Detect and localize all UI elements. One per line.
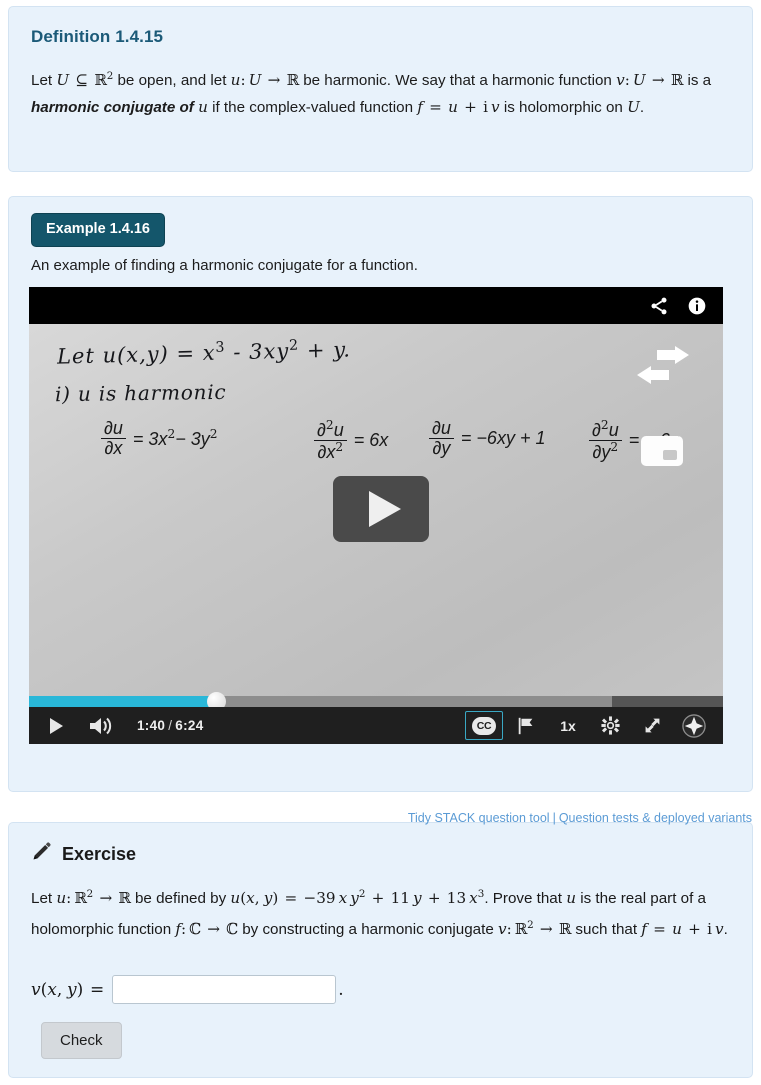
board-equation-3: ∂u ∂y = −6xy + 1 [429,419,545,458]
example-card: Example 1.4.16 An example of finding a h… [8,196,753,792]
video-control-bar: 1:40/6:24 CC 1x [29,707,723,744]
pencil-icon [31,841,52,867]
play-triangle-icon [369,491,401,527]
info-icon[interactable] [687,296,707,316]
check-button[interactable]: Check [41,1022,122,1059]
cc-icon: CC [472,716,496,735]
playback-speed-button[interactable]: 1x [549,711,587,740]
pip-toggle-icon[interactable] [641,436,683,466]
time-separator: / [168,718,173,733]
definition-body: Let U ⊆ ℝ2 be open, and let u: U → ℝ be … [31,70,712,117]
exercise-title: Exercise [62,843,137,864]
definition-card: Definition 1.4.15 Let U ⊆ ℝ2 be open, an… [8,6,753,172]
video-player[interactable]: Let u(x,y) = x3 - 3xy2 + y. i) u is harm… [29,287,723,744]
provider-logo-icon[interactable] [675,711,713,740]
speed-label: 1x [560,717,576,734]
report-flag-button[interactable] [507,711,545,740]
definition-emphasis: harmonic conjugate of [31,99,194,117]
definition-title: Definition 1.4.15 [31,27,164,46]
play-icon [49,717,63,734]
right-controls: CC 1x [465,711,713,740]
progress-fill [29,696,217,707]
board-equation-2: ∂2u ∂x2 = 6x [314,419,388,462]
question-tests-link[interactable]: Question tests & deployed variants [559,811,752,825]
time-display: 1:40/6:24 [137,718,204,733]
tidy-stack-question-tool-link[interactable]: Tidy STACK question tool [408,811,550,825]
video-whiteboard-frame: Let u(x,y) = x3 - 3xy2 + y. i) u is harm… [29,324,723,696]
answer-input[interactable] [112,975,337,1004]
board-line-1: Let u(x,y) = x3 - 3xy2 + y. [56,337,352,369]
exercise-header: Exercise [31,841,136,867]
answer-trailing-period: . [338,979,344,1000]
fullscreen-button[interactable] [633,711,671,740]
duration: 6:24 [175,718,204,733]
swap-arrows-icon[interactable] [635,346,691,388]
example-description: An example of finding a harmonic conjuga… [31,257,418,274]
video-topbar [29,287,723,324]
answer-row: v(x, y) = . [31,975,344,1004]
volume-button[interactable] [81,713,121,739]
share-icon[interactable] [649,296,669,316]
closed-captions-button[interactable]: CC [465,711,503,740]
stack-links: Tidy STACK question tool | Question tests … [408,811,752,825]
play-button[interactable] [39,713,73,739]
exercise-card: Tidy STACK question tool | Question tests … [8,811,753,1078]
settings-gear-button[interactable] [591,711,629,740]
board-line-2: i) u is harmonic [54,379,227,407]
page-root: Definition 1.4.15 Let U ⊆ ℝ2 be open, an… [0,0,761,1085]
example-badge: Example 1.4.16 [31,213,165,247]
exercise-statement: Let u: ℝ2 → ℝ be defined by u(x, y) = −3… [31,888,728,939]
link-divider: | [552,811,556,825]
answer-label: v(x, y) = [31,979,105,1000]
play-overlay-button[interactable] [333,476,429,542]
video-progress-bar[interactable] [29,692,723,711]
board-equation-1: ∂u ∂x = 3x2− 3y2 [101,419,218,458]
current-time: 1:40 [137,718,166,733]
